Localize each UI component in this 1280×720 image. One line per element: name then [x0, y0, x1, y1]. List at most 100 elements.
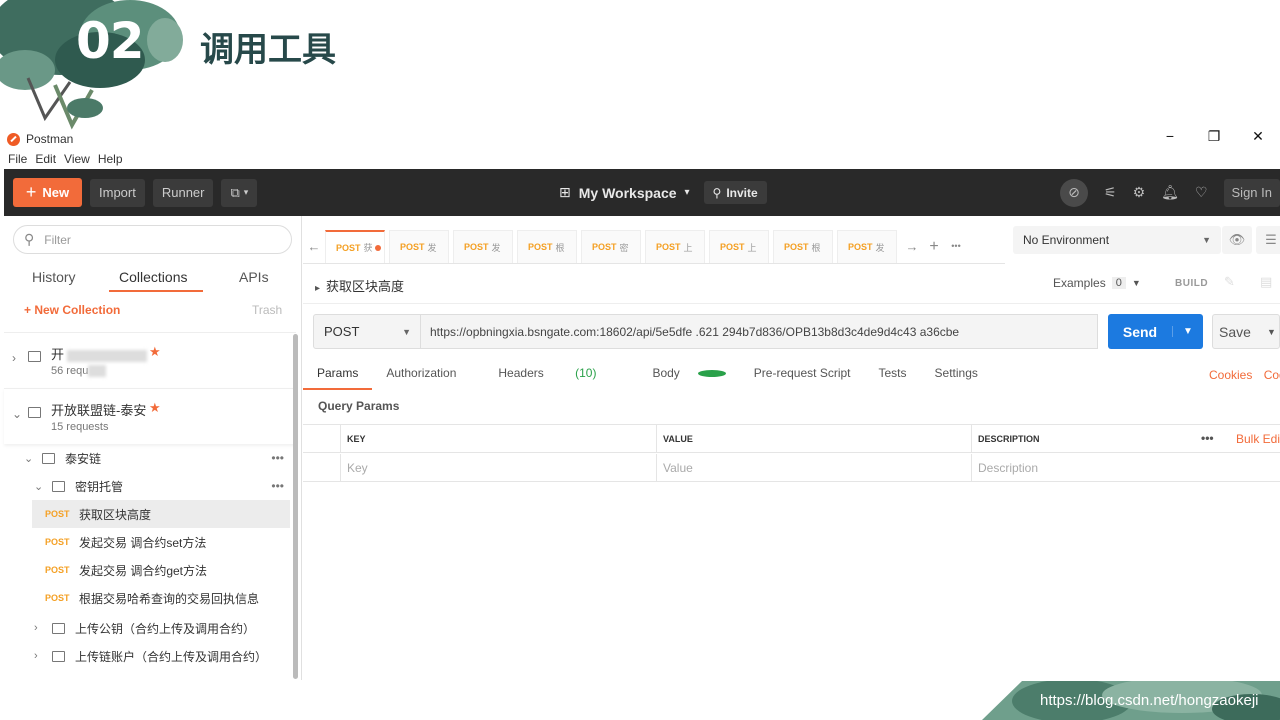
- window-titlebar: Postman − ❐ ✕: [0, 128, 1280, 150]
- arrow-left-icon[interactable]: ←: [303, 230, 325, 263]
- chevron-down-icon[interactable]: ▼: [1267, 327, 1276, 337]
- workspace-switcher[interactable]: ⊞ My Workspace ▾ ⚲ Invite: [559, 169, 767, 216]
- menu-edit[interactable]: Edit: [32, 150, 61, 169]
- bulk-edit-link[interactable]: Bulk Edit: [1236, 425, 1280, 453]
- sign-in-button[interactable]: Sign In: [1223, 178, 1280, 207]
- folder-item[interactable]: › 上传链账户（合约上传及调用合约）: [4, 642, 294, 670]
- more-tabs-icon[interactable]: •••: [945, 230, 967, 263]
- runner-button[interactable]: Runner: [152, 178, 214, 207]
- chevron-right-icon: ›: [12, 351, 16, 365]
- chevron-down-icon: ▼: [1202, 235, 1211, 245]
- request-item[interactable]: POST 获取区块高度: [32, 500, 290, 528]
- more-icon[interactable]: •••: [271, 479, 284, 493]
- star-icon[interactable]: ★: [149, 344, 161, 360]
- folder-icon: [52, 650, 65, 662]
- code-link[interactable]: Code: [1264, 368, 1280, 382]
- postman-logo-icon: [7, 132, 20, 146]
- tab-name: 获: [363, 243, 373, 253]
- window-controls: − ❐ ✕: [1148, 128, 1280, 145]
- tab-params[interactable]: Params: [303, 364, 373, 390]
- description-input[interactable]: Description: [971, 454, 1280, 482]
- request-item[interactable]: POST 发起交易 调合约get方法: [32, 556, 290, 584]
- tab-prerequest-script[interactable]: Pre-request Script: [740, 364, 865, 390]
- invite-button[interactable]: ⚲ Invite: [703, 181, 767, 204]
- examples-dropdown[interactable]: Examples 0 ▼: [1053, 276, 1141, 290]
- send-button[interactable]: Send ▼: [1108, 314, 1203, 349]
- folder-item[interactable]: ⌄ 泰安链 •••: [4, 444, 294, 472]
- folder-icon: [52, 480, 65, 492]
- minimize-icon[interactable]: −: [1148, 128, 1192, 145]
- grid-icon: ⊞: [559, 184, 571, 200]
- body-label: Body: [652, 366, 680, 380]
- collection-item[interactable]: ⌄ 开放联盟链-泰安 ★ 15 requests: [4, 388, 296, 444]
- collection-item[interactable]: › 开 ★ 56 requ: [4, 332, 296, 388]
- maximize-icon[interactable]: ❐: [1192, 128, 1236, 145]
- request-tab[interactable]: POST 获: [325, 230, 385, 263]
- request-tab[interactable]: POST 发: [837, 230, 897, 263]
- menu-view[interactable]: View: [61, 150, 95, 169]
- menu-help[interactable]: Help: [95, 150, 128, 169]
- sliders-icon[interactable]: ☰: [1256, 226, 1280, 254]
- tab-collections[interactable]: Collections: [109, 269, 204, 292]
- tab-apis[interactable]: APIs: [239, 269, 269, 285]
- chevron-down-icon: ⌄: [34, 480, 44, 493]
- heart-icon[interactable]: ♡: [1195, 184, 1208, 201]
- tab-settings[interactable]: Settings: [921, 364, 992, 390]
- close-icon[interactable]: ✕: [1236, 128, 1280, 145]
- sync-off-icon[interactable]: ⊘: [1060, 178, 1089, 207]
- add-tab-icon[interactable]: +: [923, 230, 945, 263]
- menu-file[interactable]: File: [0, 150, 32, 169]
- save-button[interactable]: Save ▼: [1212, 314, 1280, 349]
- chevron-right-icon[interactable]: ▸: [315, 283, 320, 294]
- chevron-down-icon[interactable]: ▼: [1172, 326, 1203, 337]
- tab-history[interactable]: History: [32, 269, 76, 285]
- params-table: KEY VALUE DESCRIPTION ••• Bulk Edit Key …: [303, 424, 1280, 482]
- satellite-icon[interactable]: ⚟: [1104, 184, 1117, 201]
- request-tab[interactable]: POST 发: [389, 230, 449, 263]
- new-window-button[interactable]: ⧉ ▾: [221, 178, 258, 207]
- tab-name: 上: [747, 242, 757, 253]
- more-icon[interactable]: •••: [1201, 425, 1214, 451]
- request-item[interactable]: POST 发起交易 调合约set方法: [32, 528, 290, 556]
- bell-icon[interactable]: 🔔︎: [1161, 184, 1179, 201]
- folder-item[interactable]: › 上传公钥（合约上传及调用合约）: [4, 614, 294, 642]
- folder-item[interactable]: ⌄ 密钥托管 •••: [4, 472, 294, 500]
- eye-icon[interactable]: 👁︎: [1222, 226, 1252, 254]
- request-tab[interactable]: POST 上: [709, 230, 769, 263]
- request-tab[interactable]: POST 发: [453, 230, 513, 263]
- save-label: Save: [1219, 323, 1251, 340]
- request-tab[interactable]: POST 上: [645, 230, 705, 263]
- comments-icon[interactable]: ▤: [1260, 274, 1272, 290]
- folder-name: 密钥托管: [75, 479, 124, 494]
- chevron-right-icon: ›: [34, 650, 38, 662]
- import-button[interactable]: Import: [90, 178, 145, 207]
- new-button[interactable]: + New: [13, 178, 82, 207]
- more-icon[interactable]: •••: [271, 451, 284, 465]
- tab-tests[interactable]: Tests: [865, 364, 921, 390]
- sidebar-scrollbar[interactable]: [293, 334, 298, 679]
- request-tab[interactable]: POST 密: [581, 230, 641, 263]
- tab-body[interactable]: Body: [624, 364, 739, 390]
- request-tab[interactable]: POST 根: [773, 230, 833, 263]
- settings-icon[interactable]: ⚙: [1133, 184, 1146, 201]
- method-select[interactable]: POST ▼: [313, 314, 421, 349]
- environment-select[interactable]: No Environment ▼: [1013, 226, 1221, 254]
- filter-input[interactable]: ⚲ Filter: [13, 225, 292, 254]
- tab-authorization[interactable]: Authorization: [372, 364, 470, 390]
- new-collection-button[interactable]: + New Collection: [24, 303, 120, 317]
- collection-icon: [28, 407, 41, 418]
- edit-icon[interactable]: ✎: [1224, 274, 1235, 290]
- arrow-right-icon[interactable]: →: [901, 230, 923, 263]
- tab-headers[interactable]: Headers (10): [470, 364, 624, 390]
- method-badge: POST: [45, 565, 70, 575]
- url-input[interactable]: https://opbningxia.bsngate.com:18602/api…: [421, 314, 1098, 349]
- cookies-link[interactable]: Cookies: [1209, 368, 1252, 382]
- build-mode-label[interactable]: BUILD: [1175, 278, 1208, 289]
- request-tab[interactable]: POST 根: [517, 230, 577, 263]
- star-icon[interactable]: ★: [149, 400, 161, 416]
- request-item[interactable]: POST 根据交易哈希查询的交易回执信息: [32, 584, 290, 612]
- trash-link[interactable]: Trash: [252, 303, 282, 317]
- value-input[interactable]: Value: [656, 454, 971, 482]
- window-title: Postman: [26, 132, 74, 146]
- key-input[interactable]: Key: [340, 454, 656, 482]
